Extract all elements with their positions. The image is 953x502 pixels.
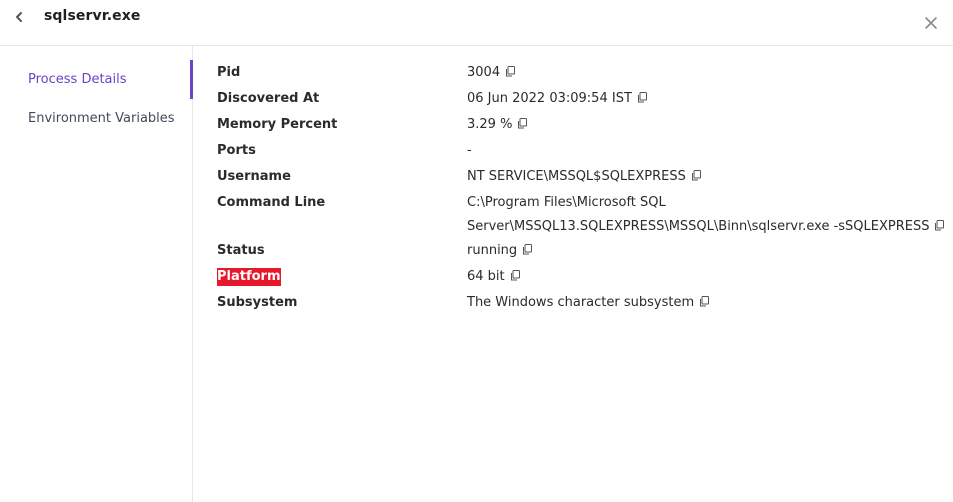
label-pid: Pid [217,65,241,80]
copy-icon[interactable] [505,66,516,77]
copy-icon[interactable] [522,244,533,255]
value-ports-text: - [467,143,472,158]
value-memory-percent: 3.29 % [467,116,528,134]
active-tab-indicator [190,60,193,99]
label-discovered-at: Discovered At [217,91,320,106]
copy-icon[interactable] [699,296,710,307]
copy-icon[interactable] [691,170,701,181]
value-discovered-at: 06 Jun 2022 03:09:54 IST [467,90,647,108]
label-memory-percent: Memory Percent [217,117,338,132]
value-command-line: C:\Program Files\Microsoft SQL Server\MS… [467,191,945,239]
label-subsystem: Subsystem [217,295,298,310]
value-status: running [467,242,533,260]
value-command-line-line2: Server\MSSQL13.SQLEXPRESS\MSSQL\Binn\sql… [467,219,930,234]
label-status: Status [217,243,265,258]
back-button[interactable] [10,8,28,26]
header-bar: sqlservr.exe [0,0,953,46]
sidebar: Process Details Environment Variables [0,46,193,502]
value-pid-text: 3004 [467,65,501,80]
copy-icon[interactable] [510,270,520,281]
value-status-text: running [467,243,518,258]
close-icon [925,17,937,29]
copy-icon[interactable] [637,92,647,103]
label-ports: Ports [217,143,256,158]
value-command-line-line2-wrap: Server\MSSQL13.SQLEXPRESS\MSSQL\Binn\sql… [467,215,945,239]
value-platform: 64 bit [467,268,520,286]
value-pid: 3004 [467,64,516,82]
chevron-left-icon [16,12,22,22]
value-username: NT SERVICE\MSSQL$SQLEXPRESS [467,168,701,186]
copy-icon[interactable] [934,220,945,231]
value-memory-percent-text: 3.29 % [467,117,513,132]
value-subsystem: The Windows character subsystem [467,294,710,312]
label-platform: Platform [217,268,281,286]
label-command-line: Command Line [217,195,326,210]
value-username-text: NT SERVICE\MSSQL$SQLEXPRESS [467,169,686,184]
label-username: Username [217,169,291,184]
value-ports: - [467,142,472,160]
copy-icon[interactable] [517,118,528,129]
value-command-line-line1: C:\Program Files\Microsoft SQL [467,195,666,210]
sidebar-item-environment-variables[interactable]: Environment Variables [28,111,175,126]
sidebar-item-process-details[interactable]: Process Details [28,72,127,87]
page-title: sqlservr.exe [44,8,141,24]
value-subsystem-text: The Windows character subsystem [467,295,695,310]
value-platform-text: 64 bit [467,269,505,284]
value-discovered-at-text: 06 Jun 2022 03:09:54 IST [467,91,632,106]
close-button[interactable] [921,13,941,33]
